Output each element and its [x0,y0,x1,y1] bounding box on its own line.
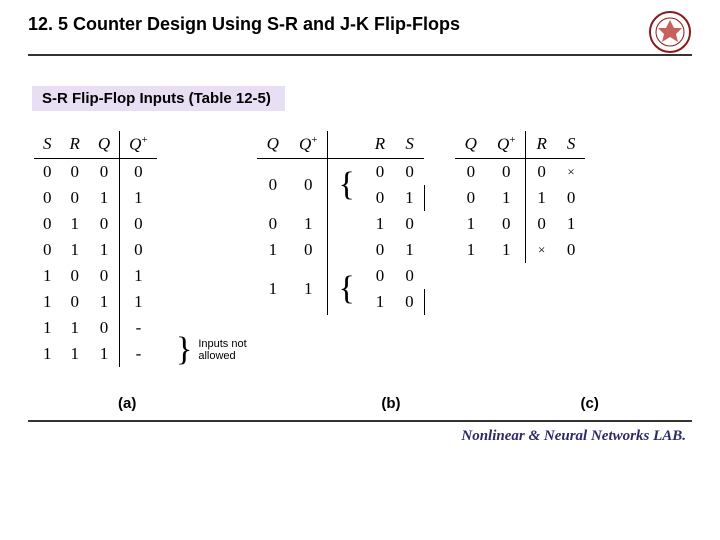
table-row: 0110 [455,185,586,211]
table-row: 0 0 { 0 0 [257,158,425,185]
th: S [395,131,424,158]
slide-title: 12. 5 Counter Design Using S-R and J-K F… [28,14,638,41]
th: Q [89,131,120,158]
table-row: 1001 [34,263,157,289]
inputs-not-allowed-note: Inputs not allowed [192,338,246,362]
th: Q [455,131,487,158]
label-c: (c) [581,395,599,412]
table-row: 11×0 [455,237,586,263]
table-b-wrap: Q Q+ R S 0 0 { 0 0 01 01 10 [257,131,425,315]
brace-icon: } [176,335,192,365]
th: R [61,131,89,158]
section-subtitle: S-R Flip-Flop Inputs (Table 12-5) [32,86,285,111]
th: Q+ [289,131,328,158]
table-row: 111- [34,341,157,367]
th: R [365,131,395,158]
table-a: S R Q Q+ 0000 0011 0100 0110 1001 1011 1… [34,131,157,367]
footer-text: Nonlinear & Neural Networks LAB. [28,422,692,445]
table-row: 110- [34,315,157,341]
th: R [526,131,557,158]
sub-labels: (a) (b) (c) [28,395,692,412]
table-row: 01 10 [257,211,425,237]
table-row: 0011 [34,185,157,211]
brace-icon: { [328,158,365,211]
table-row: 1001 [455,211,586,237]
table-row: 10 01 [257,237,425,263]
table-a-wrap: S R Q Q+ 0000 0011 0100 0110 1001 1011 1… [34,131,157,367]
table-row: 0000 [34,158,157,185]
table-row: 1011 [34,289,157,315]
university-seal-icon [648,10,692,54]
table-row: 0100 [34,211,157,237]
th: Q [257,131,289,158]
label-a: (a) [118,395,136,412]
table-row: 000× [455,158,586,185]
label-b: (b) [381,395,400,412]
th: Q+ [120,131,157,158]
table-c-wrap: Q Q+ R S 000× 0110 1001 11×0 [455,131,586,263]
brace-icon: { [328,263,365,315]
table-c: Q Q+ R S 000× 0110 1001 11×0 [455,131,586,263]
th: Q+ [487,131,526,158]
table-b: Q Q+ R S 0 0 { 0 0 01 01 10 [257,131,425,315]
table-row: 0110 [34,237,157,263]
th: S [557,131,586,158]
table-row: 1 1 { 0 0 [257,263,425,289]
th: S [34,131,61,158]
title-divider [28,54,692,56]
